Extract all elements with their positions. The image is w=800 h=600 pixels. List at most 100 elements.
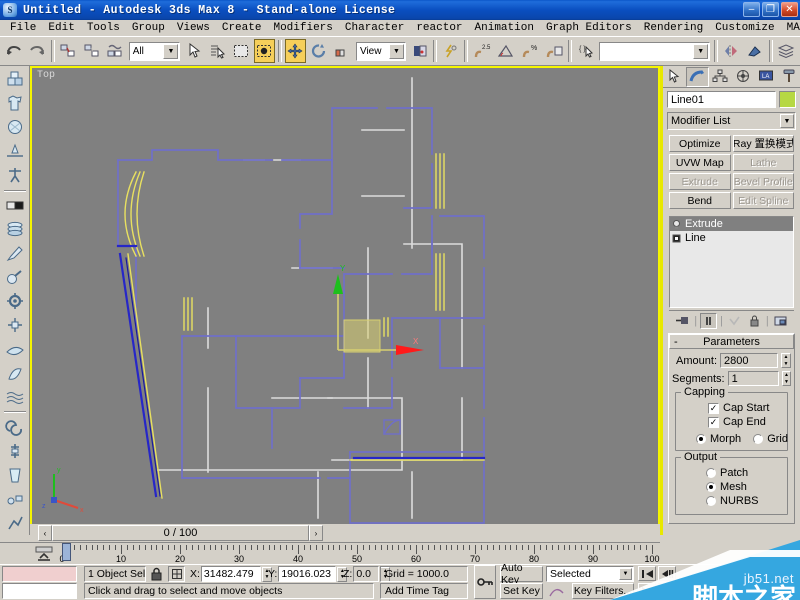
select-link-button[interactable] xyxy=(58,39,79,63)
minimize-button[interactable]: – xyxy=(743,2,760,17)
menu-rendering[interactable]: Rendering xyxy=(638,21,709,35)
render-tool[interactable] xyxy=(2,361,28,384)
align-button[interactable] xyxy=(744,39,765,63)
amount-spinner[interactable]: ▲▼ xyxy=(781,353,791,368)
select-and-scale-button[interactable] xyxy=(332,39,353,63)
segments-field[interactable]: 1 xyxy=(728,371,779,386)
object-name-field[interactable]: Line01 xyxy=(667,91,776,108)
menu-tools[interactable]: Tools xyxy=(81,21,126,35)
undo-button[interactable] xyxy=(3,39,24,63)
paint-tool[interactable] xyxy=(2,242,28,265)
shapes-tool[interactable] xyxy=(2,92,28,115)
menu-customize[interactable]: Customize xyxy=(709,21,780,35)
lock-icon[interactable] xyxy=(150,567,164,581)
absolute-mode-transform-toggle[interactable] xyxy=(168,566,185,582)
lightbulb-icon[interactable] xyxy=(672,220,681,229)
rig-tool[interactable] xyxy=(2,439,28,462)
grid-radio-row[interactable]: Grid xyxy=(753,433,788,445)
angle-snap-button[interactable] xyxy=(495,39,517,63)
goto-start-button[interactable] xyxy=(638,566,656,581)
output-option-mesh[interactable]: Mesh xyxy=(706,481,783,493)
named-selection-icon[interactable]: { } xyxy=(575,39,596,63)
bind-to-space-warp-button[interactable] xyxy=(104,39,125,63)
modifier-list-dropdown[interactable]: Modifier List ▼ xyxy=(667,112,796,130)
time-slider-thumb[interactable] xyxy=(62,543,71,561)
output-option-patch[interactable]: Patch xyxy=(706,467,783,479)
axis-tool[interactable] xyxy=(2,314,28,337)
cap-end-checkbox[interactable]: ✓ xyxy=(708,417,719,428)
window-crossing-button[interactable] xyxy=(254,39,275,63)
hierarchy-tab[interactable] xyxy=(709,67,732,87)
maxscript-mini-listener-input[interactable] xyxy=(2,583,77,599)
morph-radio[interactable] xyxy=(696,434,706,444)
modify-tab[interactable] xyxy=(686,67,709,87)
cameras-tool[interactable] xyxy=(2,140,28,163)
redo-button[interactable] xyxy=(26,39,47,63)
morph-radio-row[interactable]: Morph xyxy=(696,433,741,445)
menu-views[interactable]: Views xyxy=(171,21,216,35)
assets-tool[interactable] xyxy=(2,487,28,510)
rollout-collapse-icon[interactable]: - xyxy=(674,336,678,348)
selection-filter-dropdown[interactable]: All ▼ xyxy=(129,42,181,61)
set-key-button[interactable]: Set Key xyxy=(500,583,543,599)
snap-toggle-button[interactable]: 2.5 xyxy=(471,39,493,63)
menu-maxscript[interactable]: MAXScript xyxy=(781,21,800,35)
utilities-tab[interactable] xyxy=(777,67,800,87)
objects-tool[interactable] xyxy=(2,68,28,91)
set-key-curve-icon[interactable] xyxy=(548,584,568,598)
chevron-down-icon-keymode[interactable]: ▼ xyxy=(619,568,632,580)
mirror-button[interactable] xyxy=(721,39,742,63)
modeling-tool[interactable] xyxy=(2,194,28,217)
menu-group[interactable]: Group xyxy=(126,21,171,35)
menu-modifiers[interactable]: Modifiers xyxy=(267,21,338,35)
output-radio-nurbs[interactable] xyxy=(706,496,716,506)
make-unique-button[interactable] xyxy=(726,313,743,329)
key-filters-button[interactable]: Key Filters... xyxy=(572,583,634,599)
square-icon[interactable] xyxy=(672,234,681,243)
layer-manager-button[interactable] xyxy=(776,39,797,63)
track-bar-ruler[interactable]: 0102030405060708090100 xyxy=(62,543,654,565)
display-tab[interactable]: LA xyxy=(754,67,777,87)
viewport-label[interactable]: Top xyxy=(37,70,55,81)
menu-edit[interactable]: Edit xyxy=(42,21,80,35)
unlink-selection-button[interactable] xyxy=(81,39,102,63)
maxscript-mini-listener-output[interactable] xyxy=(2,566,77,582)
utilities-tool[interactable] xyxy=(2,511,28,534)
reference-coordinate-dropdown[interactable]: View ▼ xyxy=(356,42,406,61)
cap-start-row[interactable]: ✓ Cap Start xyxy=(708,402,783,414)
helpers-tool[interactable] xyxy=(2,164,28,187)
create-tab[interactable] xyxy=(663,67,686,87)
select-and-rotate-button[interactable] xyxy=(308,39,329,63)
gear-tool[interactable] xyxy=(2,290,28,313)
track-bar[interactable]: 0102030405060708090100 xyxy=(0,542,660,564)
next-frame-arrow[interactable]: › xyxy=(309,525,323,541)
chevron-down-icon-3[interactable]: ▼ xyxy=(693,44,708,59)
deform-tool[interactable] xyxy=(2,266,28,289)
stack-tool[interactable] xyxy=(2,218,28,241)
coil-tool[interactable] xyxy=(2,415,28,438)
x-field[interactable]: 31482.479 xyxy=(201,566,261,582)
select-by-name-button[interactable] xyxy=(207,39,228,63)
time-slider-label[interactable]: 0 / 100 xyxy=(52,525,309,541)
segments-spinner[interactable]: ▲▼ xyxy=(782,371,791,386)
cap-end-row[interactable]: ✓ Cap End xyxy=(708,416,783,428)
menu-file[interactable]: File xyxy=(4,21,42,35)
named-selection-sets-dropdown[interactable]: ▼ xyxy=(599,42,710,61)
remove-modifier-button[interactable] xyxy=(746,313,763,329)
viewport-canvas[interactable]: Top xyxy=(32,68,658,533)
select-object-button[interactable] xyxy=(183,39,204,63)
goto-end-button[interactable] xyxy=(638,583,656,598)
select-and-manipulate-button[interactable] xyxy=(440,39,461,63)
z-field[interactable]: 0.0 xyxy=(353,566,379,582)
key-mode-dropdown[interactable]: Selected ▼ xyxy=(546,566,634,582)
maximize-button[interactable]: ❐ xyxy=(762,2,779,17)
menu-create[interactable]: Create xyxy=(216,21,268,35)
modifier-button-bend[interactable]: Bend xyxy=(669,192,731,209)
y-field[interactable]: 19016.023 xyxy=(278,566,336,582)
amount-field[interactable]: 2800 xyxy=(720,353,778,368)
rectangular-region-button[interactable] xyxy=(230,39,251,63)
output-radio-mesh[interactable] xyxy=(706,482,716,492)
output-option-nurbs[interactable]: NURBS xyxy=(706,495,783,507)
surface-tool[interactable] xyxy=(2,337,28,360)
time-slider-track[interactable]: ‹ 0 / 100 › xyxy=(38,525,323,541)
